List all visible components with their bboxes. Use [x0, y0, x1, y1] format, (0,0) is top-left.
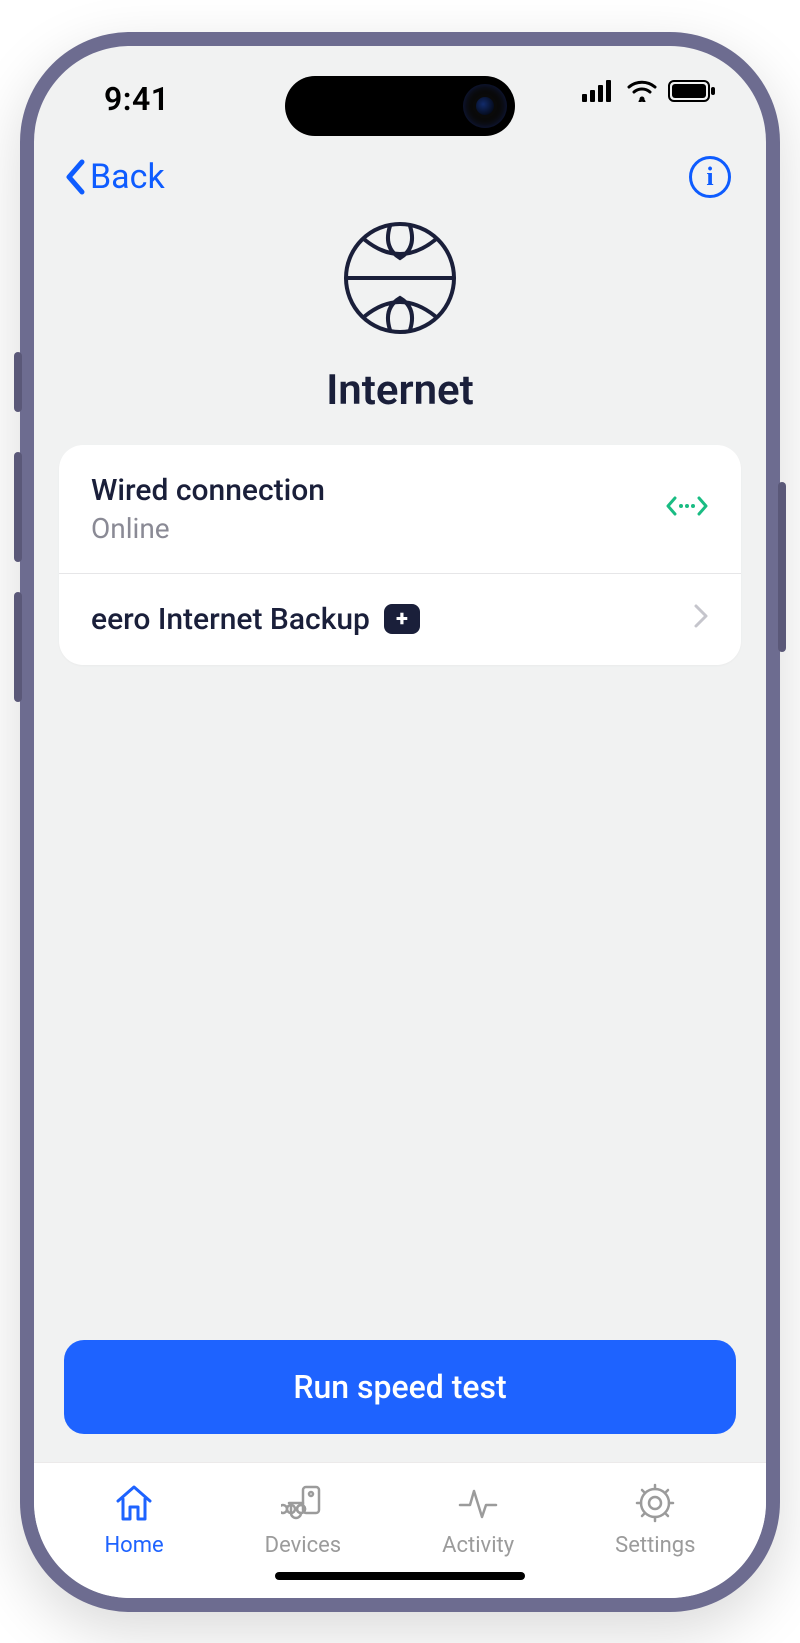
- tab-activity-label: Activity: [442, 1533, 514, 1558]
- power-button: [778, 482, 786, 652]
- info-icon: i: [706, 162, 713, 192]
- backup-title: eero Internet Backup: [91, 602, 370, 637]
- tab-home[interactable]: Home: [104, 1481, 163, 1558]
- internet-backup-row[interactable]: eero Internet Backup +: [59, 573, 741, 665]
- settings-icon: [633, 1481, 677, 1525]
- chevron-left-icon: [64, 159, 86, 195]
- chevron-right-icon: [693, 602, 709, 637]
- tab-devices[interactable]: Devices: [265, 1481, 342, 1558]
- connection-active-icon: [665, 493, 709, 525]
- back-button[interactable]: Back: [64, 157, 165, 197]
- status-icons: [582, 80, 716, 102]
- wired-connection-row[interactable]: Wired connection Online: [59, 445, 741, 573]
- battery-icon: [668, 80, 716, 102]
- tab-settings[interactable]: Settings: [615, 1481, 695, 1558]
- connection-list: Wired connection Online eero Internet Ba…: [59, 445, 741, 665]
- dynamic-island: [285, 76, 515, 136]
- volume-down-button: [14, 592, 22, 702]
- phone-frame: 9:41 Back i: [20, 32, 780, 1612]
- front-camera-icon: [463, 84, 507, 128]
- wired-status: Online: [91, 512, 325, 545]
- back-label: Back: [90, 157, 165, 197]
- run-speed-test-button[interactable]: Run speed test: [64, 1340, 736, 1434]
- tab-home-label: Home: [104, 1533, 163, 1558]
- home-icon: [112, 1481, 156, 1525]
- info-button[interactable]: i: [689, 156, 731, 198]
- nav-bar: Back i: [34, 156, 766, 208]
- home-indicator[interactable]: [275, 1572, 525, 1580]
- tab-settings-label: Settings: [615, 1533, 695, 1558]
- page-hero: Internet: [34, 218, 766, 415]
- plus-badge-icon: +: [384, 604, 420, 634]
- side-button: [14, 352, 22, 412]
- globe-icon: [335, 218, 465, 338]
- screen: 9:41 Back i: [34, 46, 766, 1598]
- wifi-icon: [626, 80, 658, 102]
- volume-up-button: [14, 452, 22, 562]
- tab-devices-label: Devices: [265, 1533, 342, 1558]
- page-title: Internet: [326, 366, 474, 415]
- tab-activity[interactable]: Activity: [442, 1481, 514, 1558]
- wired-title: Wired connection: [91, 473, 325, 508]
- devices-icon: [281, 1481, 325, 1525]
- activity-icon: [456, 1481, 500, 1525]
- cellular-icon: [582, 80, 616, 102]
- status-time: 9:41: [104, 80, 170, 118]
